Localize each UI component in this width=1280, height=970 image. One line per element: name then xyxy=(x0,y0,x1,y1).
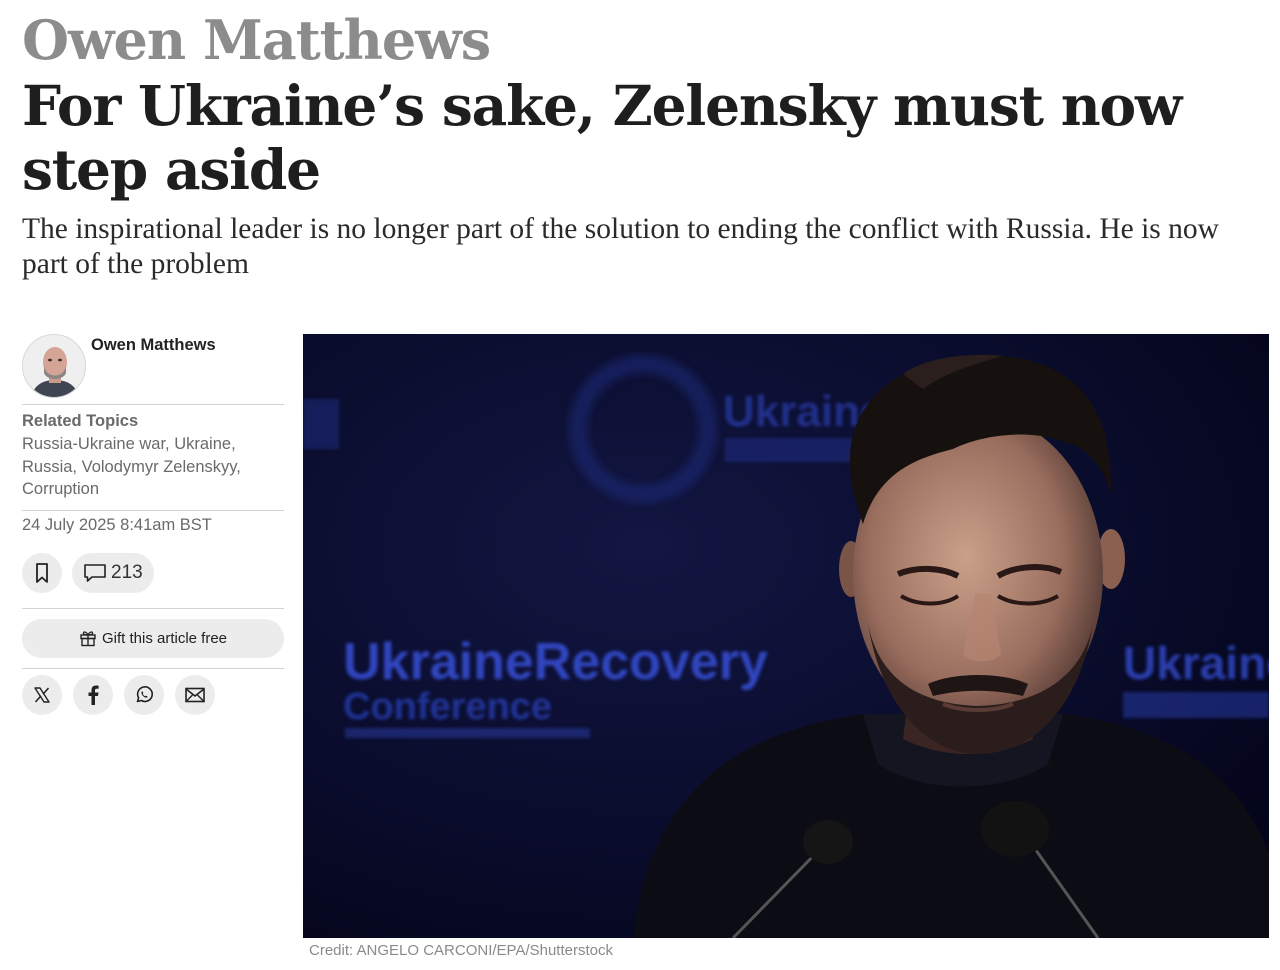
image-credit: Credit: ANGELO CARCONI/EPA/Shutterstock xyxy=(309,942,613,959)
share-email-button[interactable] xyxy=(175,674,215,715)
publish-date: 24 July 2025 8:41am BST xyxy=(22,515,212,534)
article-sidebar: Owen Matthews Related Topics Russia-Ukra… xyxy=(22,334,284,715)
share-x-button[interactable] xyxy=(22,674,62,715)
article-kicker[interactable]: Owen Matthews xyxy=(22,8,491,72)
article-actions: 213 xyxy=(22,552,284,608)
share-facebook-button[interactable] xyxy=(73,674,113,715)
comment-icon xyxy=(84,563,106,582)
bookmark-button[interactable] xyxy=(22,552,62,593)
backdrop-logo-subtext: Conference xyxy=(343,686,552,728)
email-icon xyxy=(185,687,205,702)
author-avatar[interactable] xyxy=(22,334,86,398)
related-topics: Related Topics Russia-Ukraine war, Ukrai… xyxy=(22,405,284,510)
gift-article-button[interactable]: Gift this article free xyxy=(22,618,284,658)
facebook-icon xyxy=(88,685,99,705)
related-topics-label: Related Topics xyxy=(22,412,139,430)
article-standfirst: The inspirational leader is no longer pa… xyxy=(22,213,1219,280)
related-topics-list[interactable]: Russia-Ukraine war, Ukraine, Russia, Vol… xyxy=(22,433,284,501)
whatsapp-icon xyxy=(136,685,154,702)
x-icon xyxy=(34,686,50,703)
comments-button[interactable]: 213 xyxy=(72,552,154,593)
backdrop-logo-text-right: Ukraine xyxy=(1123,637,1269,689)
article-headline: For Ukraine’s sake, Zelensky must now st… xyxy=(22,73,1182,202)
author-block: Owen Matthews xyxy=(22,334,284,404)
article-image[interactable]: UkraineRecovery Conference Ukraine Ukrai… xyxy=(303,334,1269,938)
gift-icon xyxy=(80,631,96,647)
author-name[interactable]: Owen Matthews xyxy=(91,336,216,355)
bookmark-icon xyxy=(36,562,48,583)
gift-article-label: Gift this article free xyxy=(101,629,228,647)
share-bar xyxy=(22,669,284,715)
comment-count: 213 xyxy=(111,561,143,583)
backdrop-logo-text: UkraineRecovery xyxy=(343,633,768,691)
share-whatsapp-button[interactable] xyxy=(124,674,164,715)
